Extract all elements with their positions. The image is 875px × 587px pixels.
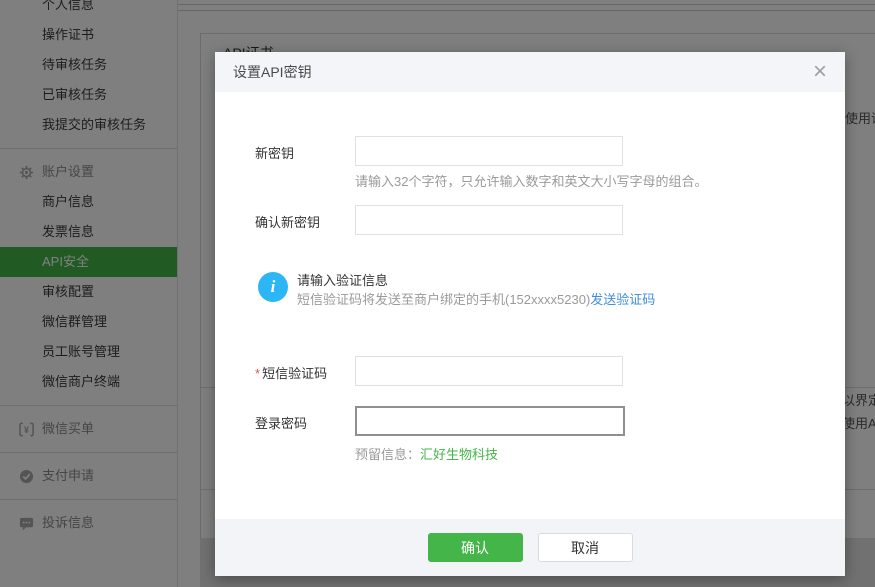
info-description: 短信验证码将发送至商户绑定的手机(152xxxx5230)发送验证码 bbox=[297, 290, 655, 310]
sms-code-label-text: 短信验证码 bbox=[262, 366, 328, 381]
set-api-key-dialog: 设置API密钥 × 新密钥 请输入32个字符，只允许输入数字和英文大小写字母的组… bbox=[215, 52, 845, 576]
dialog-title: 设置API密钥 bbox=[233, 64, 312, 80]
confirm-key-label: 确认新密钥 bbox=[255, 215, 321, 230]
close-icon[interactable]: × bbox=[809, 57, 831, 87]
login-password-label: 登录密码 bbox=[255, 416, 308, 431]
new-key-input[interactable] bbox=[355, 136, 623, 166]
new-key-hint: 请输入32个字符，只允许输入数字和英文大小写字母的组合。 bbox=[355, 174, 708, 189]
reserved-info: 预留信息：汇好生物科技 bbox=[355, 444, 498, 463]
login-password-row: 登录密码 bbox=[215, 406, 845, 436]
sms-code-label: * 短信验证码 bbox=[255, 356, 355, 386]
login-password-input[interactable] bbox=[355, 406, 625, 436]
new-key-label: 新密钥 bbox=[255, 146, 295, 161]
sms-code-input[interactable] bbox=[355, 356, 623, 386]
info-desc-text: 短信验证码将发送至商户绑定的手机(152xxxx5230) bbox=[297, 292, 591, 307]
sms-code-row: * 短信验证码 bbox=[215, 356, 845, 386]
dialog-body: 新密钥 请输入32个字符，只允许输入数字和英文大小写字母的组合。 确认新密钥 i… bbox=[215, 92, 845, 519]
send-code-link[interactable]: 发送验证码 bbox=[590, 292, 655, 307]
reserved-info-prefix: 预留信息： bbox=[355, 447, 421, 462]
verification-info-block: i 请输入验证信息 短信验证码将发送至商户绑定的手机(152xxxx5230)发… bbox=[258, 272, 655, 310]
new-key-row: 新密钥 bbox=[215, 136, 845, 166]
dialog-header: 设置API密钥 × bbox=[215, 52, 845, 92]
dialog-footer: 确认 取消 bbox=[215, 519, 845, 576]
confirm-button[interactable]: 确认 bbox=[427, 533, 523, 562]
info-text: 请输入验证信息 短信验证码将发送至商户绑定的手机(152xxxx5230)发送验… bbox=[297, 272, 655, 310]
confirm-key-input[interactable] bbox=[355, 205, 623, 235]
info-icon: i bbox=[258, 272, 288, 302]
required-asterisk: * bbox=[255, 366, 261, 381]
page: 个人信息 操作证书 待审核任务 已审核任务 我提交的审核任务 bbox=[0, 0, 875, 587]
info-title: 请输入验证信息 bbox=[297, 273, 389, 288]
reserved-merchant-name: 汇好生物科技 bbox=[420, 447, 499, 462]
confirm-key-row: 确认新密钥 bbox=[215, 205, 845, 235]
cancel-button[interactable]: 取消 bbox=[537, 533, 633, 562]
